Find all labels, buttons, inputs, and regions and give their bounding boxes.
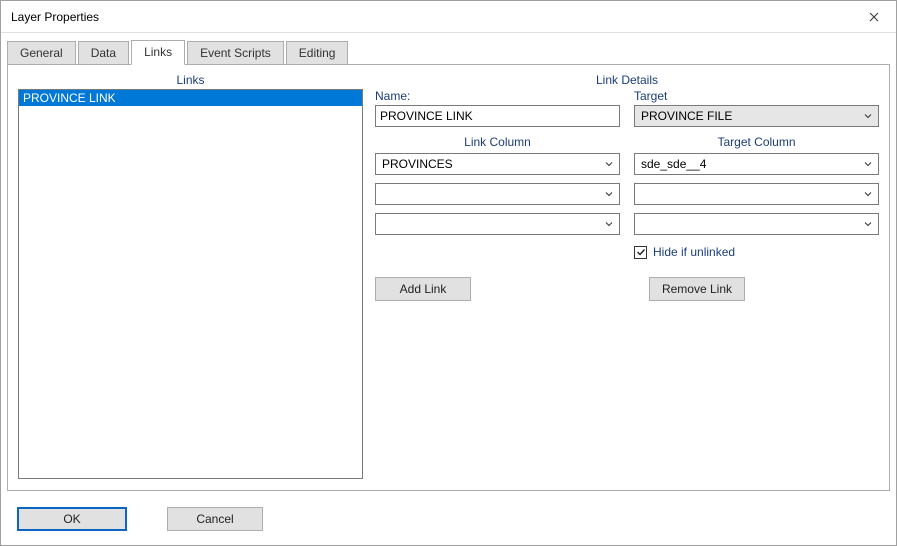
- tab-general[interactable]: General: [7, 41, 76, 65]
- links-pane: Links PROVINCE LINK: [18, 73, 363, 482]
- chevron-down-icon: [605, 192, 613, 197]
- link-details-pane: Link Details Name: Target PROVINCE FILE: [375, 73, 879, 482]
- close-icon: [869, 12, 879, 22]
- dialog-footer: OK Cancel: [1, 497, 896, 545]
- chevron-down-icon: [864, 192, 872, 197]
- link-column-select-3[interactable]: [375, 213, 620, 235]
- tabstrip: General Data Links Event Scripts Editing: [1, 33, 896, 64]
- tab-event-scripts[interactable]: Event Scripts: [187, 41, 284, 65]
- remove-link-button[interactable]: Remove Link: [649, 277, 745, 301]
- target-column-select-3[interactable]: [634, 213, 879, 235]
- tab-editing[interactable]: Editing: [286, 41, 349, 65]
- hide-if-unlinked-row[interactable]: Hide if unlinked: [634, 245, 879, 259]
- name-label: Name:: [375, 89, 620, 103]
- checkmark-icon: [636, 247, 646, 257]
- close-button[interactable]: [851, 2, 896, 32]
- target-column-value-1: sde_sde__4: [641, 157, 706, 171]
- hide-if-unlinked-label: Hide if unlinked: [653, 245, 735, 259]
- cancel-button[interactable]: Cancel: [167, 507, 263, 531]
- target-column-label: Target Column: [634, 135, 879, 149]
- list-item[interactable]: PROVINCE LINK: [19, 90, 362, 106]
- chevron-down-icon: [605, 162, 613, 167]
- hide-if-unlinked-checkbox[interactable]: [634, 246, 647, 259]
- target-column-select-2[interactable]: [634, 183, 879, 205]
- chevron-down-icon: [605, 222, 613, 227]
- titlebar: Layer Properties: [1, 1, 896, 33]
- link-column-select-1[interactable]: PROVINCES: [375, 153, 620, 175]
- target-column-select-1[interactable]: sde_sde__4: [634, 153, 879, 175]
- links-heading: Links: [18, 73, 363, 87]
- chevron-down-icon: [864, 162, 872, 167]
- links-listbox[interactable]: PROVINCE LINK: [18, 89, 363, 479]
- link-details-heading: Link Details: [375, 73, 879, 87]
- ok-button[interactable]: OK: [17, 507, 127, 531]
- target-select[interactable]: PROVINCE FILE: [634, 105, 879, 127]
- link-column-value-1: PROVINCES: [382, 157, 453, 171]
- name-input[interactable]: [375, 105, 620, 127]
- tab-data[interactable]: Data: [78, 41, 129, 65]
- tab-links[interactable]: Links: [131, 40, 185, 65]
- chevron-down-icon: [864, 222, 872, 227]
- target-select-value: PROVINCE FILE: [641, 109, 732, 123]
- add-link-button[interactable]: Add Link: [375, 277, 471, 301]
- layer-properties-window: Layer Properties General Data Links Even…: [0, 0, 897, 546]
- target-label: Target: [634, 89, 879, 103]
- tabpage-links: Links PROVINCE LINK Link Details Name: T…: [7, 64, 890, 491]
- window-title: Layer Properties: [11, 10, 99, 24]
- link-column-select-2[interactable]: [375, 183, 620, 205]
- link-column-label: Link Column: [375, 135, 620, 149]
- chevron-down-icon: [864, 114, 872, 119]
